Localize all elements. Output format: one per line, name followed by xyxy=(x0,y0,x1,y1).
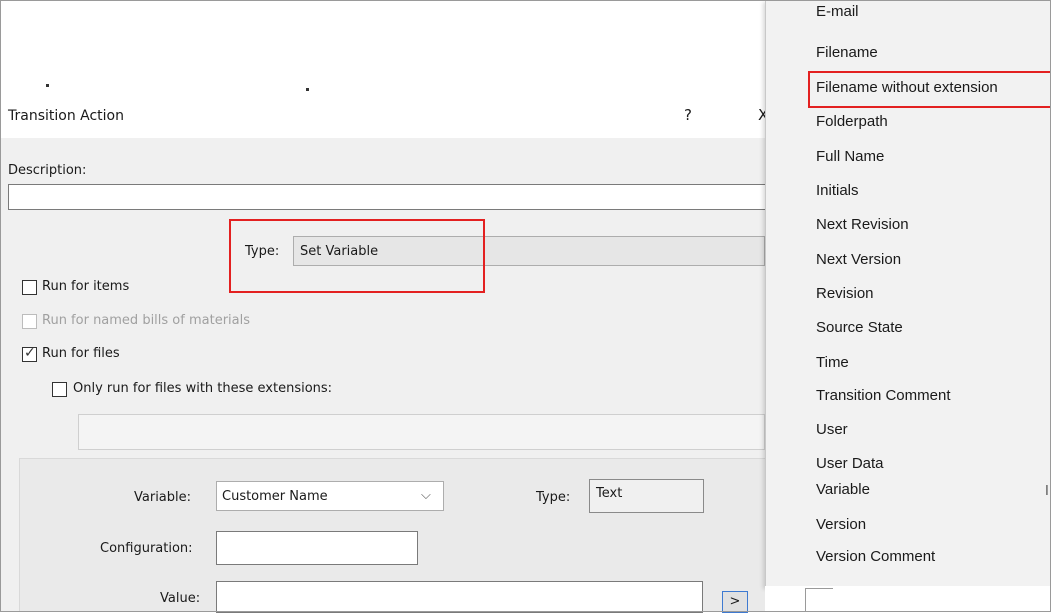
screenshot-frame xyxy=(0,0,1051,612)
